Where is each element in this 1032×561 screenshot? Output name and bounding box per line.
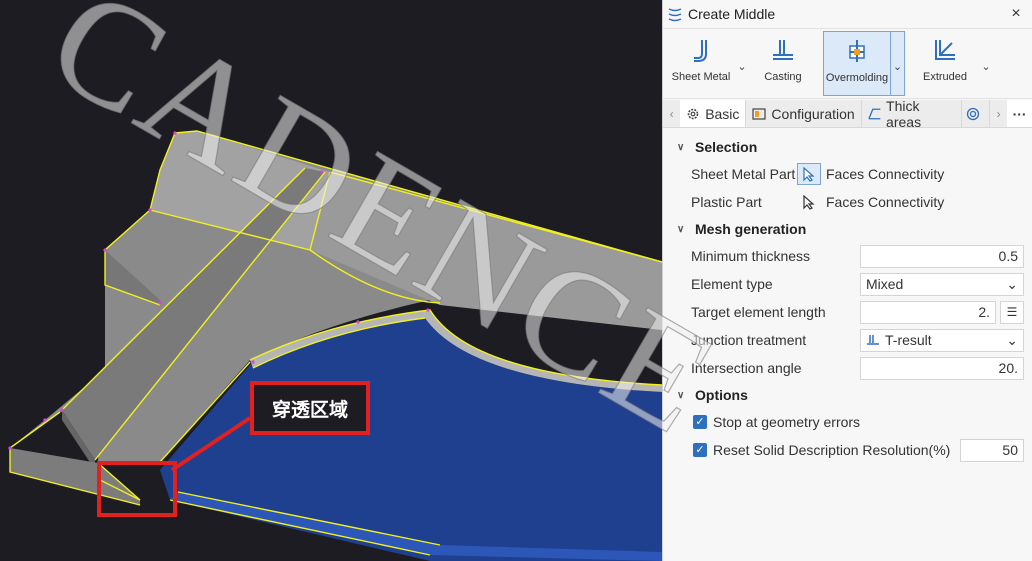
more-icon[interactable]: ··· xyxy=(1007,100,1032,127)
t-result-icon xyxy=(867,335,879,345)
plastic-part-row: Plastic Part Faces Connectivity xyxy=(663,188,1032,216)
sheet-metal-icon xyxy=(694,40,707,62)
intersection-angle-label: Intersection angle xyxy=(691,360,802,376)
target-length-row: Target element length 2. ☰ xyxy=(663,298,1032,326)
create-middle-icon xyxy=(668,8,682,22)
create-middle-panel: Create Middle × Sheet Metal ⌄ Casting Ov… xyxy=(662,0,1032,561)
tab-scroll-left-icon[interactable]: ‹ xyxy=(663,100,680,127)
method-toolbar: Sheet Metal ⌄ Casting Overmolding ⌄ Extr… xyxy=(663,29,1032,99)
tab-scroll-right-icon[interactable]: › xyxy=(990,100,1007,127)
reset-resolution-row: ✓ Reset Solid Description Resolution(%) … xyxy=(663,436,1032,464)
sheet-metal-part-value: Faces Connectivity xyxy=(826,166,945,182)
3d-viewport[interactable]: 穿透区域 xyxy=(0,0,662,561)
min-thickness-field[interactable]: 0.5 xyxy=(860,244,1024,268)
element-type-select[interactable]: Mixed ⌄ xyxy=(860,272,1024,296)
chevron-down-icon: ⌄ xyxy=(981,61,991,73)
tab-bar: ‹ Basic Configuration Thick areas › ··· xyxy=(663,97,1032,130)
section-mesh-generation[interactable]: ∨ Mesh generation xyxy=(663,216,1032,242)
junction-value: T-result xyxy=(885,332,932,348)
section-mesh-title: Mesh generation xyxy=(695,221,807,237)
chevron-down-icon: ⌄ xyxy=(1006,331,1018,348)
overmolding-dropdown[interactable]: ⌄ xyxy=(891,31,905,96)
element-type-label: Element type xyxy=(691,276,773,292)
sheet-metal-dropdown[interactable]: ⌄ xyxy=(735,31,749,96)
tab-basic-label: Basic xyxy=(705,105,740,122)
thick-areas-icon xyxy=(868,108,881,119)
min-thickness-row: Minimum thickness 0.5 xyxy=(663,242,1032,270)
chevron-down-icon: ⌄ xyxy=(1006,275,1018,292)
stop-at-errors-checkbox[interactable]: ✓ xyxy=(693,415,707,429)
junction-row: Junction treatment T-result ⌄ xyxy=(663,326,1032,354)
sheet-metal-pick-button[interactable] xyxy=(797,163,821,185)
tab-thick-areas[interactable]: Thick areas xyxy=(862,97,962,130)
chevron-down-icon: ∨ xyxy=(677,141,685,153)
tab-basic[interactable]: Basic xyxy=(680,100,747,127)
panel-titlebar: Create Middle × xyxy=(663,0,1032,29)
gear-icon xyxy=(687,108,699,119)
section-selection-title: Selection xyxy=(695,139,758,155)
tab-next[interactable] xyxy=(962,100,990,127)
junction-select[interactable]: T-result ⌄ xyxy=(860,328,1024,352)
target-length-label: Target element length xyxy=(691,304,826,320)
reset-resolution-label: Reset Solid Description Resolution(%) xyxy=(713,442,951,458)
close-icon[interactable]: × xyxy=(1006,5,1026,23)
section-selection[interactable]: ∨ Selection xyxy=(663,134,1032,160)
casting-label: Casting xyxy=(764,71,802,83)
extruded-label: Extruded xyxy=(922,71,968,83)
intersection-angle-field[interactable]: 20. xyxy=(860,356,1024,380)
intersection-angle-row: Intersection angle 20. xyxy=(663,354,1032,382)
overmolding-button[interactable]: Overmolding xyxy=(823,31,891,96)
overmolding-label: Overmolding xyxy=(825,72,889,84)
target-length-field[interactable]: 2. xyxy=(860,300,996,324)
tab-configuration[interactable]: Configuration xyxy=(746,100,862,127)
section-options[interactable]: ∨ Options xyxy=(663,382,1032,408)
junction-value-wrap: T-result xyxy=(866,332,932,348)
sheet-metal-part-row: Sheet Metal Part Faces Connectivity xyxy=(663,160,1032,188)
sheet-metal-label: Sheet Metal xyxy=(671,71,731,83)
extruded-dropdown[interactable]: ⌄ xyxy=(979,31,993,96)
reset-resolution-field[interactable]: 50 xyxy=(960,438,1024,462)
plastic-part-value: Faces Connectivity xyxy=(826,194,945,210)
overmolding-icon xyxy=(849,40,865,62)
chevron-down-icon: ⌄ xyxy=(737,61,747,73)
element-type-value: Mixed xyxy=(866,276,904,292)
callout-leader xyxy=(170,416,252,472)
list-menu-icon[interactable]: ☰ xyxy=(1000,300,1024,324)
casting-button[interactable]: Casting xyxy=(749,31,817,96)
casting-icon xyxy=(773,40,793,60)
tab-configuration-label: Configuration xyxy=(771,105,855,122)
min-thickness-label: Minimum thickness xyxy=(691,248,811,264)
element-type-row: Element type Mixed ⌄ xyxy=(663,270,1032,298)
chevron-down-icon: ⌄ xyxy=(892,61,903,73)
sheet-metal-button[interactable]: Sheet Metal xyxy=(667,31,735,96)
panel-content: ∨ Selection Sheet Metal Part Faces Conne… xyxy=(663,128,1032,464)
target-icon xyxy=(966,107,980,120)
chevron-down-icon: ∨ xyxy=(677,223,685,235)
configuration-icon xyxy=(752,107,767,120)
stop-at-errors-row: ✓ Stop at geometry errors xyxy=(663,408,1032,436)
extruded-icon xyxy=(935,40,955,60)
plastic-pick-button[interactable] xyxy=(797,191,821,213)
stop-at-errors-label: Stop at geometry errors xyxy=(713,414,861,430)
junction-label: Junction treatment xyxy=(691,332,807,348)
reset-resolution-checkbox[interactable]: ✓ xyxy=(693,443,707,457)
pointer-icon xyxy=(803,166,815,182)
callout-label: 穿透区域 xyxy=(250,381,370,435)
tab-thick-areas-label: Thick areas xyxy=(886,97,922,130)
pointer-icon xyxy=(803,194,815,210)
section-options-title: Options xyxy=(695,387,748,403)
panel-title: Create Middle xyxy=(688,6,776,22)
extruded-button[interactable]: Extruded xyxy=(911,31,979,96)
chevron-down-icon: ∨ xyxy=(677,389,685,401)
